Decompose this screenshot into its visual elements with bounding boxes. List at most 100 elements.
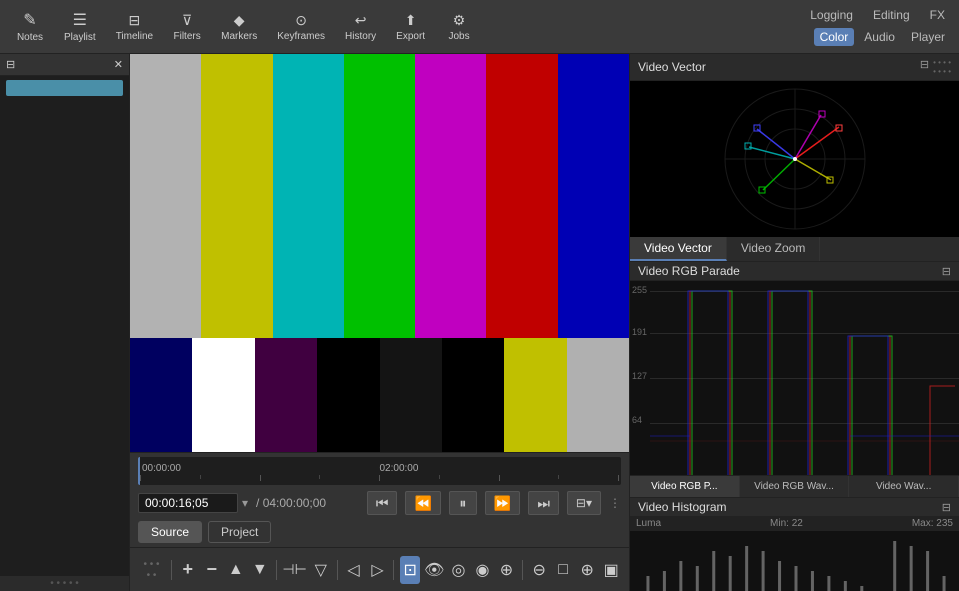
histogram-canvas <box>630 531 959 591</box>
tab-fx[interactable]: FX <box>924 6 951 24</box>
zoom-fit-button[interactable]: □ <box>553 556 573 584</box>
bar-green <box>344 54 415 338</box>
timeline-toolbar-item[interactable]: ⊟ Timeline <box>108 8 161 46</box>
source-button[interactable]: Source <box>138 521 202 543</box>
rewind-button[interactable]: ⏪ <box>405 491 440 515</box>
snap-tool-button[interactable]: ⊡ <box>400 556 420 584</box>
color-bars <box>130 54 629 452</box>
jobs-toolbar-item[interactable]: ⚙ Jobs <box>437 8 481 46</box>
bar-magenta <box>415 54 486 338</box>
rgb-parade-header: Video RGB Parade ⊟ <box>630 262 959 281</box>
bar-cyan <box>273 54 344 338</box>
right-panel: Video Vector ⊟ • • • •• • • • <box>629 54 959 591</box>
rgb-scale-64: 64 <box>632 415 642 425</box>
timeline-icon: ⊟ <box>129 12 141 29</box>
split-tool-button[interactable]: ⊣⊢ <box>282 556 306 584</box>
notes-toolbar-item[interactable]: ✎ Notes <box>8 6 52 47</box>
layout-button[interactable]: ⊟▾ <box>567 491 601 515</box>
rgb-parade-settings-icon[interactable]: ⊟ <box>942 265 951 278</box>
left-panel-collapse-icon[interactable]: ⊟ <box>6 58 15 71</box>
history-label: History <box>345 31 376 42</box>
rgb-scale-127: 127 <box>632 371 647 381</box>
keyframes-toolbar-item[interactable]: ⊙ Keyframes <box>269 8 333 46</box>
histogram-svg <box>630 531 959 591</box>
source-project-row: Source Project <box>138 521 621 543</box>
markers-icon: ◆ <box>234 12 245 29</box>
rgb-parade-svg <box>650 281 959 475</box>
subtract-tool-button[interactable]: − <box>202 556 222 584</box>
pointer-tool-button[interactable]: ▽ <box>311 556 331 584</box>
vector-scope-display <box>630 81 959 237</box>
bar-black2 <box>442 338 504 452</box>
tab-rgb-waveform[interactable]: Video RGB Wav... <box>740 476 850 497</box>
more-controls-icon[interactable]: ⋮ <box>609 496 621 510</box>
left-panel-bar <box>6 80 123 96</box>
panel-controls: ⊟ • • • •• • • • <box>920 58 951 76</box>
tab-audio[interactable]: Audio <box>858 28 901 46</box>
bar-red <box>486 54 557 338</box>
target-tool-button[interactable]: ◎ <box>448 556 468 584</box>
separator-2 <box>276 560 277 580</box>
prev-tool-button[interactable]: ◁ <box>343 556 363 584</box>
timeline-bar[interactable]: 00:00:00 02:00:00 <box>138 457 621 485</box>
add-tool-button[interactable]: + <box>178 556 198 584</box>
zoom-in-button[interactable]: ⊕ <box>577 556 597 584</box>
fast-forward-button[interactable]: ⏩ <box>485 491 520 515</box>
bar-dark-blue <box>130 338 192 452</box>
tab-logging[interactable]: Logging <box>804 6 859 24</box>
time-dropdown-icon[interactable]: ▾ <box>242 496 248 510</box>
jobs-label: Jobs <box>449 31 470 42</box>
left-panel-content <box>0 76 129 576</box>
playlist-label: Playlist <box>64 32 96 43</box>
next-tool-button[interactable]: ▷ <box>367 556 387 584</box>
bottom-scope-tabs: Video RGB P... Video RGB Wav... Video Wa… <box>630 475 959 497</box>
filters-icon: ⊽ <box>182 12 192 29</box>
tab-video-vector[interactable]: Video Vector <box>630 237 727 261</box>
export-label: Export <box>396 31 425 42</box>
bar-light-gray <box>567 338 629 452</box>
skip-to-start-button[interactable]: ⏮ <box>367 491 398 515</box>
video-vector-title: Video Vector <box>638 60 706 74</box>
tab-editing[interactable]: Editing <box>867 6 916 24</box>
tab-player[interactable]: Player <box>905 28 951 46</box>
tab-rgb-parade[interactable]: Video RGB P... <box>630 476 740 497</box>
current-time-input[interactable] <box>138 493 238 513</box>
timeline-label: Timeline <box>116 31 153 42</box>
tab-waveform[interactable]: Video Wav... <box>849 476 959 497</box>
markers-label: Markers <box>221 31 257 42</box>
bottom-toolbar: • • • • • + − ▲ ▼ ⊣⊢ ▽ ◁ ▷ ⊡ 👁 ◎ ◉ ⊕ ⊖ □… <box>130 547 629 591</box>
separator-5 <box>522 560 523 580</box>
total-time: / 04:00:00;00 <box>256 496 326 510</box>
left-panel-close-icon[interactable]: ✕ <box>114 58 123 71</box>
lift-tool-button[interactable]: ▲ <box>226 556 246 584</box>
pause-button[interactable]: ⏸ <box>449 491 477 515</box>
bar-dark-gray <box>380 338 442 452</box>
timeline-mid-time: 02:00:00 <box>380 463 419 474</box>
drop-tool-button[interactable]: ▼ <box>250 556 270 584</box>
sync-tool-button[interactable]: ◉ <box>472 556 492 584</box>
panel-resize-icon[interactable]: • • • •• • • • <box>933 58 951 76</box>
link-tool-button[interactable]: ⊕ <box>496 556 516 584</box>
bar-dark-purple <box>255 338 317 452</box>
project-button[interactable]: Project <box>208 521 271 543</box>
rgb-scale-191: 191 <box>632 327 647 337</box>
jobs-icon: ⚙ <box>453 12 466 29</box>
skip-to-end-button[interactable]: ⏭ <box>528 491 559 515</box>
export-toolbar-item[interactable]: ⬆ Export <box>388 8 433 46</box>
tab-video-zoom[interactable]: Video Zoom <box>727 237 820 261</box>
filters-toolbar-item[interactable]: ⊽ Filters <box>165 8 209 46</box>
time-display: ▾ <box>138 493 248 513</box>
history-toolbar-item[interactable]: ↩ History <box>337 8 384 46</box>
timeline-start-time: 00:00:00 <box>142 463 181 474</box>
zoom-fill-button[interactable]: ▣ <box>601 556 621 584</box>
export-icon: ⬆ <box>405 12 417 29</box>
rgb-parade-title: Video RGB Parade <box>638 264 740 278</box>
histogram-settings-icon[interactable]: ⊟ <box>942 501 951 514</box>
tab-color[interactable]: Color <box>814 28 855 46</box>
playlist-toolbar-item[interactable]: ☰ Playlist <box>56 6 104 47</box>
markers-toolbar-item[interactable]: ◆ Markers <box>213 8 265 46</box>
keyframes-label: Keyframes <box>277 31 325 42</box>
zoom-out-button[interactable]: ⊖ <box>529 556 549 584</box>
ripple-tool-button[interactable]: 👁 <box>424 556 444 584</box>
panel-settings-icon[interactable]: ⊟ <box>920 58 929 76</box>
